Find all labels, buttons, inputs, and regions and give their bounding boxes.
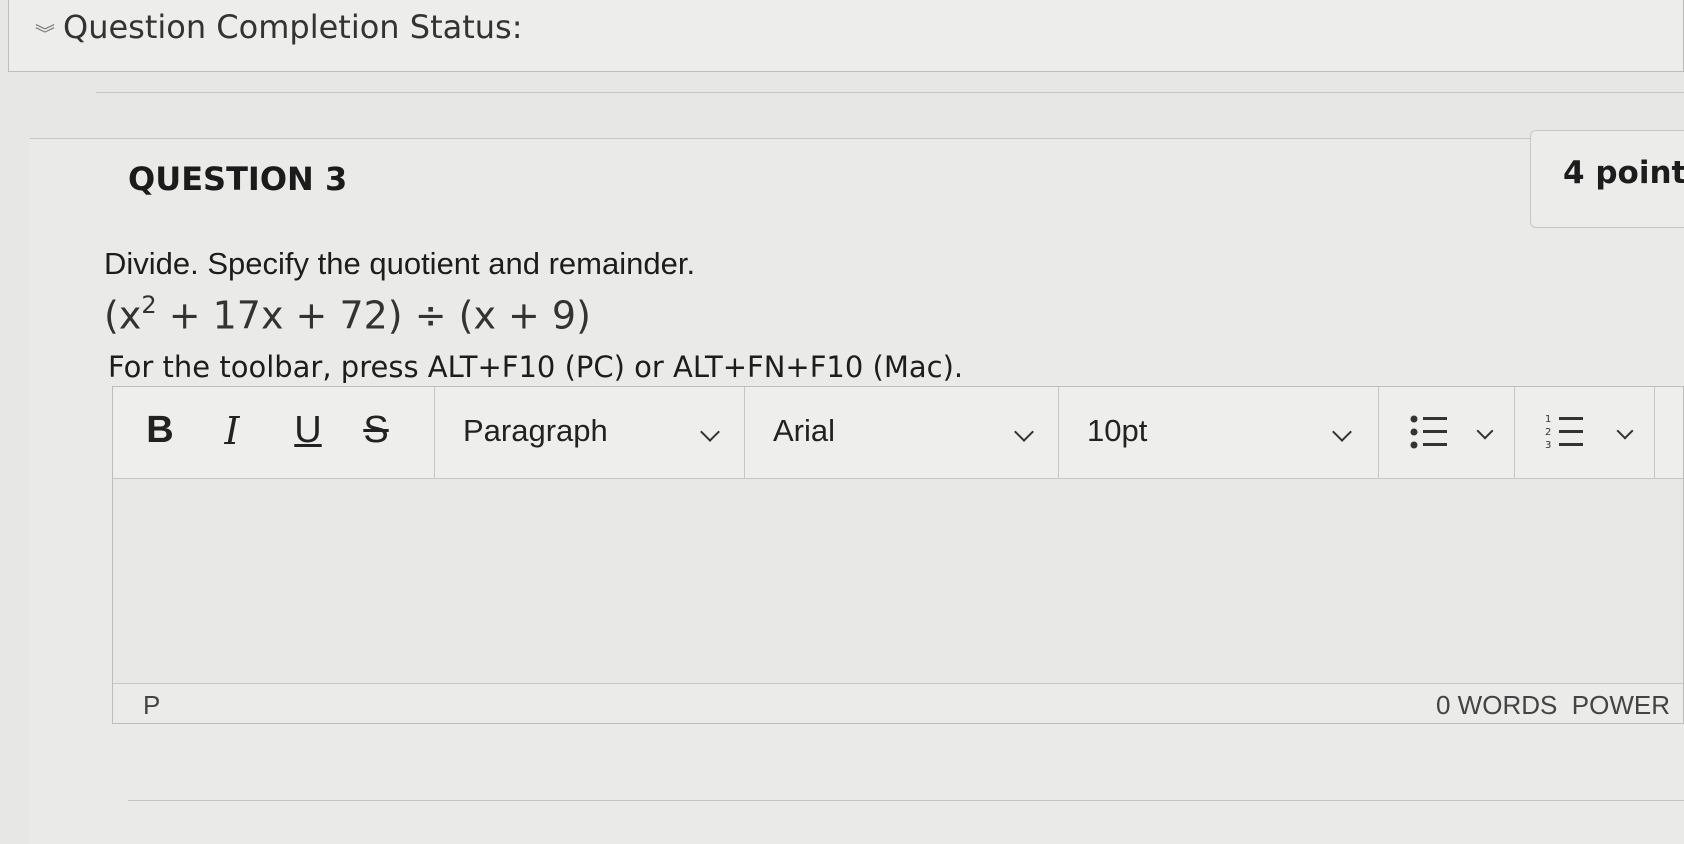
editor-statusbar: P 0 WORDS POWER bbox=[113, 683, 1683, 723]
numbered-list-button[interactable]: 1 2 3 bbox=[1515, 387, 1655, 478]
font-size-value: 10pt bbox=[1087, 413, 1148, 448]
element-path[interactable]: P bbox=[143, 690, 160, 721]
block-format-value: Paragraph bbox=[463, 413, 608, 448]
svg-text:3: 3 bbox=[1545, 440, 1551, 451]
chevron-down-icon bbox=[700, 422, 720, 442]
math-expression: (x2 + 17x + 72) ÷ (x + 9) bbox=[104, 291, 591, 338]
font-family-select[interactable]: Arial bbox=[745, 387, 1059, 478]
divider bbox=[128, 800, 1684, 801]
numbered-list-icon: 1 2 3 bbox=[1545, 414, 1583, 451]
chevron-down-icon bbox=[1332, 422, 1352, 442]
chevron-double-down-icon[interactable]: ︾ bbox=[35, 18, 55, 47]
svg-text:2: 2 bbox=[1545, 427, 1551, 438]
points-value: 4 points bbox=[1563, 155, 1684, 191]
chevron-down-icon bbox=[1014, 422, 1034, 442]
editor-toolbar: B I U S Paragraph Arial 10pt 1 2 3 bbox=[113, 387, 1683, 479]
question-prompt: Divide. Specify the quotient and remaind… bbox=[104, 246, 696, 281]
font-family-value: Arial bbox=[773, 413, 836, 448]
bullet-list-button[interactable] bbox=[1379, 387, 1515, 478]
powered-by-link[interactable]: POWER bbox=[1572, 690, 1670, 720]
word-count-value: 0 WORDS bbox=[1436, 690, 1558, 720]
bold-button[interactable]: B bbox=[137, 409, 183, 452]
divider bbox=[96, 92, 1684, 93]
chevron-down-icon[interactable] bbox=[1616, 422, 1634, 440]
block-format-select[interactable]: Paragraph bbox=[435, 387, 745, 478]
completion-status-label: Question Completion Status: bbox=[63, 8, 523, 46]
question-completion-status-bar[interactable]: ︾ Question Completion Status: bbox=[8, 0, 1684, 72]
word-count: 0 WORDS POWER bbox=[1436, 690, 1670, 721]
text-format-group: B I U S bbox=[113, 387, 435, 478]
bullet-list-icon bbox=[1410, 415, 1447, 449]
rich-text-editor: B I U S Paragraph Arial 10pt 1 2 3 P 0 W… bbox=[112, 386, 1684, 724]
points-badge: 4 points bbox=[1530, 130, 1684, 228]
editor-content-area[interactable] bbox=[113, 479, 1683, 685]
underline-button[interactable]: U bbox=[285, 409, 331, 452]
toolbar-hint: For the toolbar, press ALT+F10 (PC) or A… bbox=[108, 350, 964, 384]
chevron-down-icon[interactable] bbox=[1476, 422, 1494, 440]
math-exponent: 2 bbox=[141, 291, 157, 319]
math-part: + 17x + 72) ÷ (x + 9) bbox=[156, 293, 591, 338]
svg-text:1: 1 bbox=[1545, 414, 1551, 425]
math-part: (x bbox=[104, 293, 142, 338]
font-size-select[interactable]: 10pt bbox=[1059, 387, 1379, 478]
strikethrough-button[interactable]: S bbox=[353, 409, 399, 452]
italic-button[interactable]: I bbox=[209, 409, 255, 453]
question-title: QUESTION 3 bbox=[128, 160, 348, 198]
